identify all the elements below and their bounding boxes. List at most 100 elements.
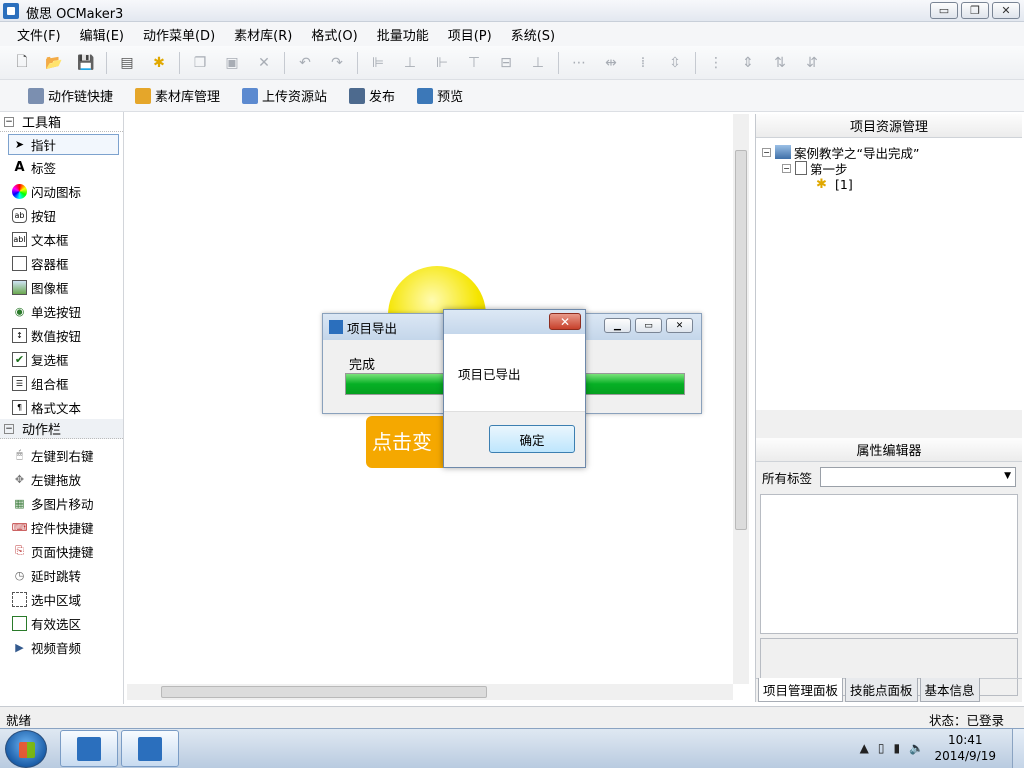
align-center-icon[interactable]: ⊥ <box>400 53 420 73</box>
numeric-icon: ↕ <box>12 327 27 343</box>
tool-button[interactable]: ab 按钮 <box>0 203 123 227</box>
align-bottom-icon[interactable]: ⊥ <box>528 53 548 73</box>
action-select-area[interactable]: 选中区域 <box>0 587 123 611</box>
menu-file[interactable]: 文件(F) <box>10 25 68 44</box>
vertical-scrollbar[interactable] <box>733 114 749 684</box>
space-h2-icon[interactable]: ⁞ <box>633 53 653 73</box>
toolbox-group-header[interactable]: − 工具箱 <box>0 112 123 132</box>
export-dialog-title: 项目导出 <box>347 320 398 336</box>
distribute-h-icon[interactable]: ⋯ <box>569 53 589 73</box>
tool-image[interactable]: 图像框 <box>0 275 123 299</box>
show-desktop-button[interactable] <box>1012 729 1024 768</box>
action-multi-image[interactable]: ▦ 多图片移动 <box>0 491 123 515</box>
tree-node[interactable]: ✱ [1] <box>756 176 1022 193</box>
tool-checkbox[interactable]: ✔ 复选框 <box>0 347 123 371</box>
action-page-hotkey[interactable]: ⎘ 页面快捷键 <box>0 539 123 563</box>
menu-project[interactable]: 项目(P) <box>441 25 499 44</box>
minimize-button[interactable]: ▭ <box>930 2 958 19</box>
menu-format[interactable]: 格式(O) <box>304 25 364 44</box>
open-icon[interactable]: 📂 <box>44 53 64 73</box>
tab-basic-info[interactable]: 基本信息 <box>919 678 980 702</box>
space-v3-icon[interactable]: ⇅ <box>770 53 790 73</box>
horizontal-scrollbar[interactable] <box>127 684 733 700</box>
start-button[interactable] <box>5 730 47 768</box>
space-h-icon[interactable]: ⇹ <box>601 53 621 73</box>
radio-icon: ◉ <box>14 304 25 318</box>
close-icon[interactable]: ✕ <box>666 318 693 333</box>
restore-button[interactable]: ❐ <box>961 2 989 19</box>
action-valid-area[interactable]: 有效选区 <box>0 611 123 635</box>
space-v-icon[interactable]: ⇳ <box>665 53 685 73</box>
menu-system[interactable]: 系统(S) <box>504 25 562 44</box>
tree-node[interactable]: − 第一步 <box>756 160 1022 177</box>
maximize-icon[interactable]: ▭ <box>635 318 662 333</box>
undo-icon[interactable]: ↶ <box>295 53 315 73</box>
preview-button[interactable]: 预览 <box>417 86 463 105</box>
space-v4-icon[interactable]: ⇵ <box>802 53 822 73</box>
menu-batch[interactable]: 批量功能 <box>370 25 436 44</box>
tray-up-arrow-icon[interactable]: ▲ <box>860 741 869 755</box>
taskbar-app-ocmaker[interactable] <box>121 730 179 767</box>
clock[interactable]: 10:41 2014/9/19 <box>934 732 996 764</box>
action-drag-drop[interactable]: ✥ 左键拖放 <box>0 467 123 491</box>
align-left-icon[interactable]: ⊫ <box>368 53 388 73</box>
menu-edit[interactable]: 编辑(E) <box>73 25 131 44</box>
horizontal-scroll-thumb[interactable] <box>161 686 487 698</box>
action-chain-button[interactable]: 动作链快捷 <box>28 86 113 105</box>
tool-container[interactable]: 容器框 <box>0 251 123 275</box>
action-control-hotkey[interactable]: ⌨ 控件快捷键 <box>0 515 123 539</box>
action-group-header[interactable]: − 动作栏 <box>0 419 123 439</box>
tool-numeric[interactable]: ↕ 数值按钮 <box>0 323 123 347</box>
clock-date: 2014/9/19 <box>934 749 996 763</box>
upload-button[interactable]: 上传资源站 <box>242 86 327 105</box>
tool-flash-icon[interactable]: 闪动图标 <box>0 179 123 203</box>
align-right-icon[interactable]: ⊩ <box>432 53 452 73</box>
align-top-icon[interactable]: ⊤ <box>464 53 484 73</box>
minimize-icon[interactable]: ▁ <box>604 318 631 333</box>
tool-label-item[interactable]: A 标签 <box>0 155 123 179</box>
signal-icon[interactable]: ▮ <box>893 741 900 755</box>
network-device-icon[interactable]: ▯ <box>878 741 885 755</box>
paste-icon[interactable]: ▣ <box>222 53 242 73</box>
export-status: 完成 <box>349 358 376 373</box>
save-icon[interactable]: 💾 <box>76 53 96 73</box>
close-button[interactable]: ✕ <box>992 2 1020 19</box>
expand-icon[interactable]: − <box>762 147 771 157</box>
menu-action[interactable]: 动作菜单(D) <box>136 25 222 44</box>
action-video-audio[interactable]: ▶ 视频音频 <box>0 635 123 659</box>
status-login: 状态：已登录 <box>928 713 1004 728</box>
new-icon[interactable]: 🗋 <box>12 53 32 73</box>
tab-skill-points[interactable]: 技能点面板 <box>845 678 918 702</box>
message-box: ✕ 项目已导出 确定 <box>443 309 586 468</box>
library-manage-button[interactable]: 素材库管理 <box>135 86 220 105</box>
tool-richtext[interactable]: ¶ 格式文本 <box>0 395 123 419</box>
align-middle-icon[interactable]: ⊟ <box>496 53 516 73</box>
tool-pointer[interactable]: ➤ 指针 <box>8 134 119 155</box>
tree-node[interactable]: − 案例教学之“导出完成” <box>756 144 1022 161</box>
vertical-scroll-thumb[interactable] <box>735 150 747 530</box>
property-grid[interactable] <box>760 494 1018 634</box>
redo-icon[interactable]: ↷ <box>327 53 347 73</box>
message-box-close-button[interactable]: ✕ <box>549 313 581 330</box>
page-icon[interactable]: ▤ <box>117 53 137 73</box>
action-delay-jump[interactable]: ◷ 延时跳转 <box>0 563 123 587</box>
space-v2-icon[interactable]: ⇕ <box>738 53 758 73</box>
volume-icon[interactable]: 🔈 <box>909 741 924 755</box>
tool-combobox[interactable]: ☰ 组合框 <box>0 371 123 395</box>
copy-icon[interactable]: ❐ <box>190 53 210 73</box>
menu-library[interactable]: 素材库(R) <box>227 25 299 44</box>
puzzle-icon[interactable]: ✱ <box>149 53 169 73</box>
collapse-icon[interactable]: − <box>4 116 14 127</box>
collapse-icon[interactable]: − <box>4 423 14 434</box>
publish-button[interactable]: 发布 <box>349 86 395 105</box>
action-left-to-right[interactable]: 🖱 左键到右键 <box>0 443 123 467</box>
tool-radio[interactable]: ◉ 单选按钮 <box>0 299 123 323</box>
expand-icon[interactable]: − <box>782 163 791 173</box>
property-tag-select[interactable] <box>820 467 1017 487</box>
distribute-v-icon[interactable]: ⋮ <box>706 53 726 73</box>
delete-icon[interactable]: ✕ <box>254 53 274 73</box>
tool-textbox[interactable]: abl 文本框 <box>0 227 123 251</box>
ok-button[interactable]: 确定 <box>489 425 575 453</box>
taskbar-app-admin[interactable] <box>60 730 118 767</box>
tab-project-manage[interactable]: 项目管理面板 <box>758 678 844 702</box>
